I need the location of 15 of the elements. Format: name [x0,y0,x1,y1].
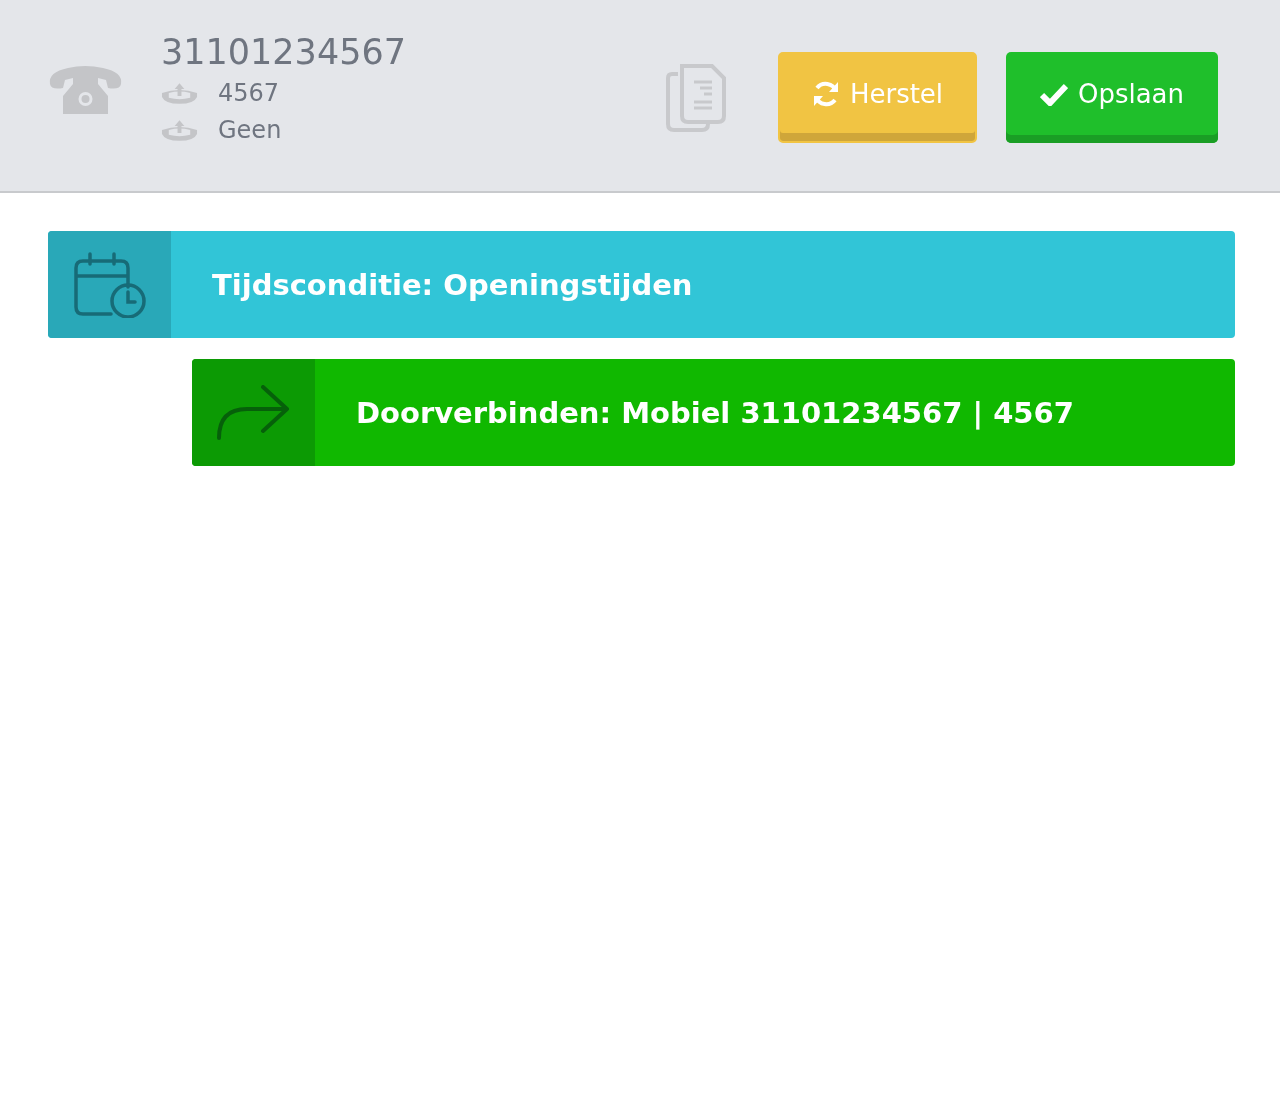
extension-text: Geen [218,115,282,144]
phone-number: 31101234567 [161,31,407,74]
time-condition-block[interactable]: Tijdsconditie: Openingstijden [48,231,1235,338]
forward-block[interactable]: Doorverbinden: Mobiel 31101234567 | 4567 [192,359,1235,466]
refresh-icon [811,79,840,108]
phone-upload-icon [161,80,198,105]
save-button[interactable]: Opslaan [1006,52,1218,143]
forward-arrow-icon [216,384,291,441]
telephone-icon [48,64,123,116]
copy-icon[interactable] [666,64,726,132]
calendar-clock-icon [72,251,147,318]
phone-upload-icon [161,117,198,142]
extension-text: 4567 [218,78,280,107]
checkmark-icon [1039,81,1068,106]
reset-button[interactable]: Herstel [778,52,977,143]
